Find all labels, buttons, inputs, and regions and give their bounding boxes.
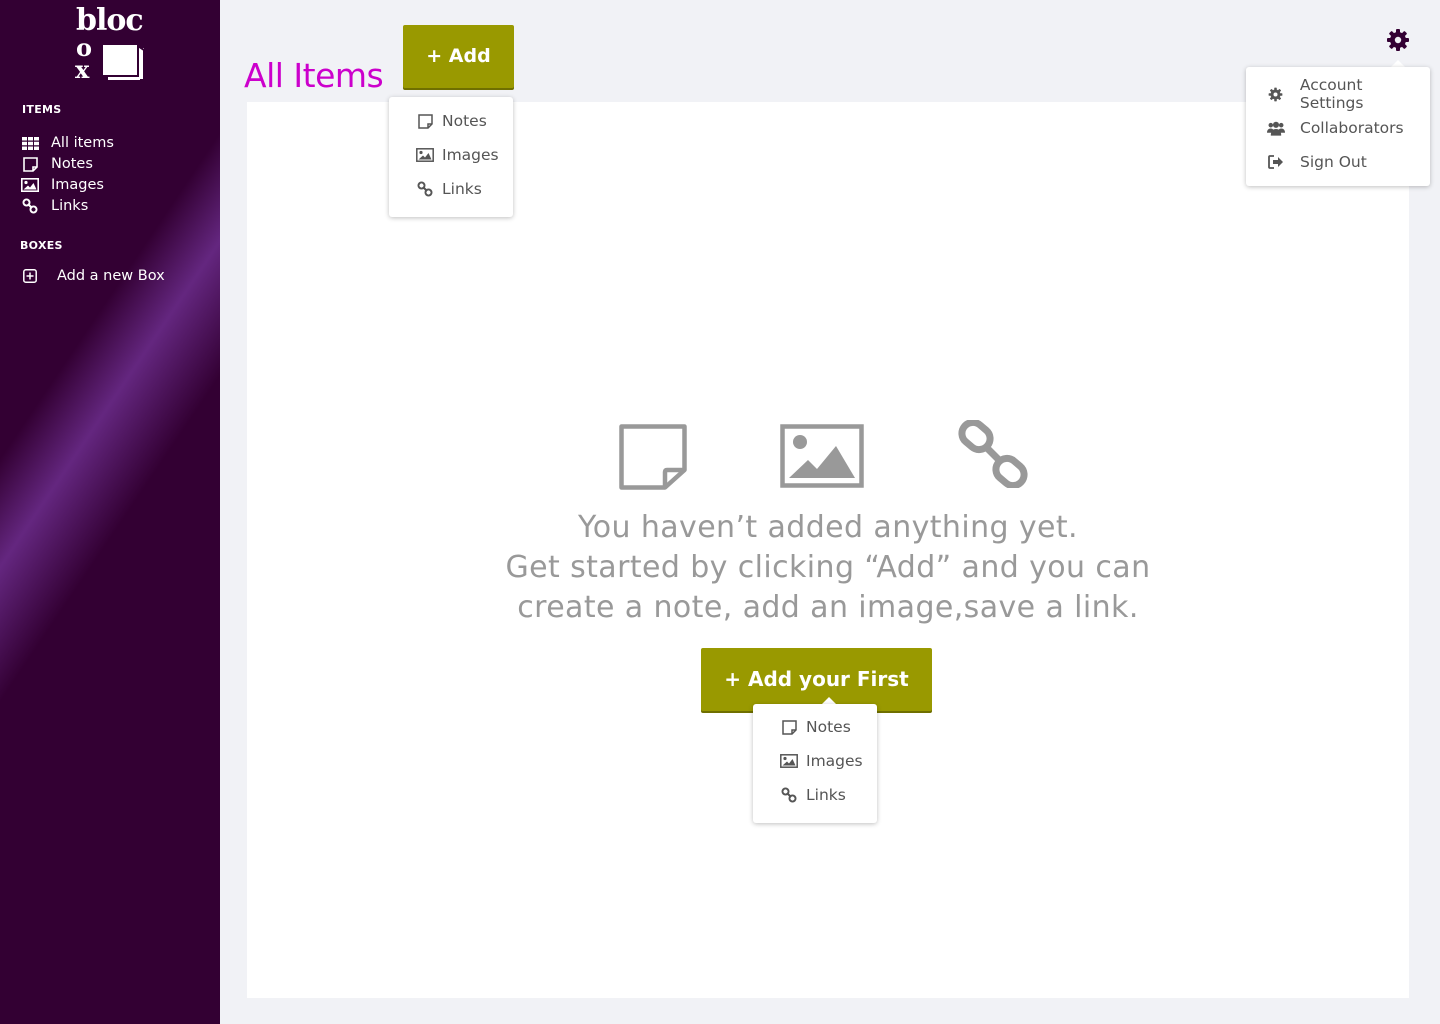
image-icon	[416, 148, 434, 162]
gear-icon	[1267, 87, 1285, 102]
sidebar-item-notes[interactable]: Notes	[21, 154, 93, 174]
logo-letter-x: x	[75, 55, 90, 84]
menu-item-label: Notes	[442, 112, 487, 130]
grid-icon	[21, 135, 39, 151]
image-icon	[21, 177, 39, 193]
gear-icon[interactable]	[1386, 28, 1410, 52]
add-new-box-label: Add a new Box	[57, 268, 165, 284]
menu-item-label: Sign Out	[1300, 153, 1367, 171]
image-icon	[780, 424, 864, 488]
first-item-menu-notes[interactable]: Notes	[753, 712, 877, 742]
menu-item-label: Account Settings	[1299, 76, 1364, 112]
add-dropdown-menu: Notes Images Links	[389, 97, 513, 217]
settings-dropdown-menu: Account Settings Collaborators Sign Out	[1246, 67, 1430, 186]
note-icon	[21, 156, 39, 172]
empty-state-line-1: You haven’t added anything yet.	[578, 510, 1078, 545]
sidebar-item-label: Notes	[51, 156, 93, 172]
add-box-icon	[21, 268, 39, 284]
note-icon	[416, 113, 434, 129]
menu-item-label: Images	[806, 752, 863, 770]
bloc-box-logo[interactable]: bloc o x	[74, 4, 154, 84]
add-new-box-button[interactable]: Add a new Box	[21, 266, 165, 286]
note-icon	[619, 424, 687, 490]
sidebar-item-label: Images	[51, 177, 104, 193]
menu-item-label: Links	[442, 180, 482, 198]
add-menu-item-links[interactable]: Links	[389, 174, 513, 204]
sidebar-item-all-items[interactable]: All items	[21, 133, 114, 153]
first-item-menu-images[interactable]: Images	[753, 746, 877, 776]
note-icon	[780, 719, 798, 735]
sign-out-icon	[1267, 155, 1285, 169]
image-icon	[780, 754, 798, 768]
add-menu-item-images[interactable]: Images	[389, 140, 513, 170]
users-icon	[1267, 121, 1285, 136]
add-first-item-button[interactable]: + Add your First item	[701, 648, 932, 754]
empty-state-line-2: Get started by clicking “Add” and you ca…	[505, 550, 1151, 585]
logo-box-icon	[101, 43, 145, 81]
items-section-title: ITEMS	[22, 103, 62, 116]
add-button[interactable]: + Add	[403, 25, 514, 88]
logo-word-bloc: bloc	[76, 3, 144, 38]
menu-item-label: Collaborators	[1300, 119, 1404, 137]
menu-item-label: Images	[442, 146, 499, 164]
page-title: All Items	[244, 56, 384, 95]
link-icon	[416, 181, 434, 197]
link-icon	[958, 420, 1028, 488]
menu-item-label: Notes	[806, 718, 851, 736]
link-icon	[21, 198, 39, 214]
menu-item-label: Links	[806, 786, 846, 804]
first-item-menu-links[interactable]: Links	[753, 780, 877, 810]
sidebar-item-images[interactable]: Images	[21, 175, 104, 195]
add-menu-item-notes[interactable]: Notes	[389, 106, 513, 136]
first-item-dropdown-menu: Notes Images Links	[753, 704, 877, 823]
settings-menu-collaborators[interactable]: Collaborators	[1246, 113, 1430, 143]
sidebar-item-label: All items	[51, 135, 114, 151]
sidebar-item-links[interactable]: Links	[21, 196, 88, 216]
settings-menu-account-settings[interactable]: Account Settings	[1246, 76, 1430, 112]
settings-menu-sign-out[interactable]: Sign Out	[1246, 147, 1430, 177]
boxes-section-title: BOXES	[20, 239, 63, 252]
sidebar-item-label: Links	[51, 198, 89, 214]
link-icon	[780, 787, 798, 803]
empty-state-line-3: create a note, add an image,save a link.	[517, 590, 1139, 625]
sidebar: bloc o x ITEMS All items Notes Images Li…	[0, 0, 220, 1024]
